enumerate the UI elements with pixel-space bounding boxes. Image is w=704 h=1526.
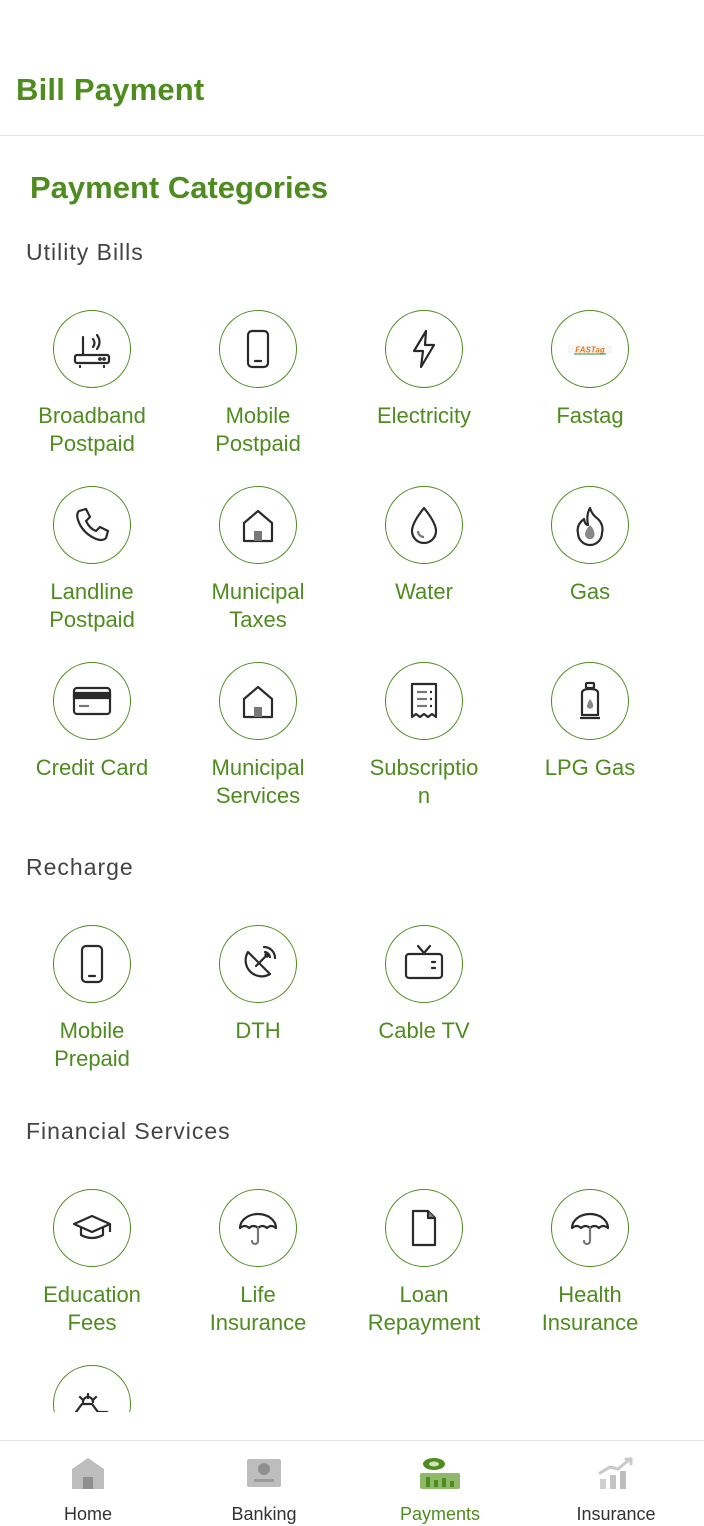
category-life-insurance[interactable]: Life Insurance [175,1189,341,1337]
house-icon [219,662,297,740]
category-label: Water [395,579,453,604]
category-label: Mobile Postpaid [215,403,301,456]
page-title: Bill Payment [16,72,205,107]
umbrella-icon [219,1189,297,1267]
category-label: Life Insurance [209,1282,307,1335]
category-label: Credit Card [35,755,149,780]
category-label: Landline Postpaid [49,579,135,632]
category-gas[interactable]: Gas [507,486,673,606]
satellite-dish-icon [219,925,297,1003]
category-label: Fastag [556,403,624,428]
payment-categories-heading: Payment Categories [30,170,329,205]
category-mobile-prepaid[interactable]: Mobile Prepaid [9,925,175,1073]
nav-label-banking: Banking [231,1504,297,1524]
nav-payments[interactable]: Payments [352,1441,528,1526]
fastag-logo: FASTag [551,310,629,388]
category-label: Broadband Postpaid [38,403,146,456]
router-icon [53,310,131,388]
category-loan-repayment[interactable]: Loan Repayment [341,1189,507,1337]
category-electricity[interactable]: Electricity [341,310,507,430]
category-water[interactable]: Water [341,486,507,606]
category-lpg-gas[interactable]: LPG Gas [507,662,673,782]
nav-home[interactable]: Home [0,1441,176,1526]
category-municipal-services[interactable]: Municipal Services [175,662,341,810]
category-subscription[interactable]: Subscriptio n [341,662,507,810]
gas-cylinder-icon [551,662,629,740]
water-drop-icon [385,486,463,564]
category-landline-postpaid[interactable]: Landline Postpaid [9,486,175,634]
category-broadband-postpaid[interactable]: Broadband Postpaid [9,310,175,458]
scroll-content[interactable]: Payment Categories Utility Bills Broadba… [0,136,704,1412]
document-icon [385,1189,463,1267]
category-label: Electricity [376,403,472,428]
nav-label-payments: Payments [399,1504,481,1524]
fastag-logo-text: FASTag [575,346,605,355]
category-label: Education Fees [43,1282,141,1335]
umbrella-icon [551,1189,629,1267]
mobile-icon [53,925,131,1003]
nav-label-insurance: Insurance [576,1504,656,1524]
category-label: DTH [235,1018,281,1043]
category-fastag[interactable]: FASTag Fastag [507,310,673,430]
app-header: Bill Payment [0,0,704,136]
category-mobile-postpaid[interactable]: Mobile Postpaid [175,310,341,458]
receipt-icon [385,662,463,740]
bank-icon [247,1459,281,1487]
insurance-icon [598,1457,633,1489]
category-vehicle-insurance[interactable] [9,1365,175,1412]
bottom-navigation: Home Banking Payments Insurance [0,1440,704,1526]
category-education-fees[interactable]: Education Fees [9,1189,175,1337]
category-label: Gas [569,579,611,604]
mobile-icon [219,310,297,388]
category-label: Municipal Taxes [211,579,305,632]
phone-icon [53,486,131,564]
category-label: Subscriptio n [369,755,479,808]
house-icon [219,486,297,564]
category-label: Health Insurance [541,1282,639,1335]
category-credit-card[interactable]: Credit Card [9,662,175,782]
category-label: Cable TV [378,1018,470,1043]
tv-icon [385,925,463,1003]
vehicle-insurance-icon [53,1365,131,1412]
category-label: Mobile Prepaid [54,1018,130,1071]
category-label: Loan Repayment [367,1282,481,1335]
graduation-cap-icon [53,1189,131,1267]
payments-icon [420,1458,460,1489]
nav-banking[interactable]: Banking [176,1441,352,1526]
credit-card-icon [53,662,131,740]
gas-flame-icon [551,486,629,564]
lightning-icon [385,310,463,388]
home-icon [72,1458,104,1489]
nav-insurance[interactable]: Insurance [528,1441,704,1526]
section-title-financial: Financial Services [26,1118,231,1144]
category-health-insurance[interactable]: Health Insurance [507,1189,673,1337]
category-label: Municipal Services [211,755,305,808]
category-label: LPG Gas [544,755,636,780]
category-municipal-taxes[interactable]: Municipal Taxes [175,486,341,634]
category-cable-tv[interactable]: Cable TV [341,925,507,1045]
category-dth[interactable]: DTH [175,925,341,1045]
section-title-utility: Utility Bills [26,239,144,265]
section-title-recharge: Recharge [26,854,134,880]
nav-label-home: Home [63,1504,112,1524]
